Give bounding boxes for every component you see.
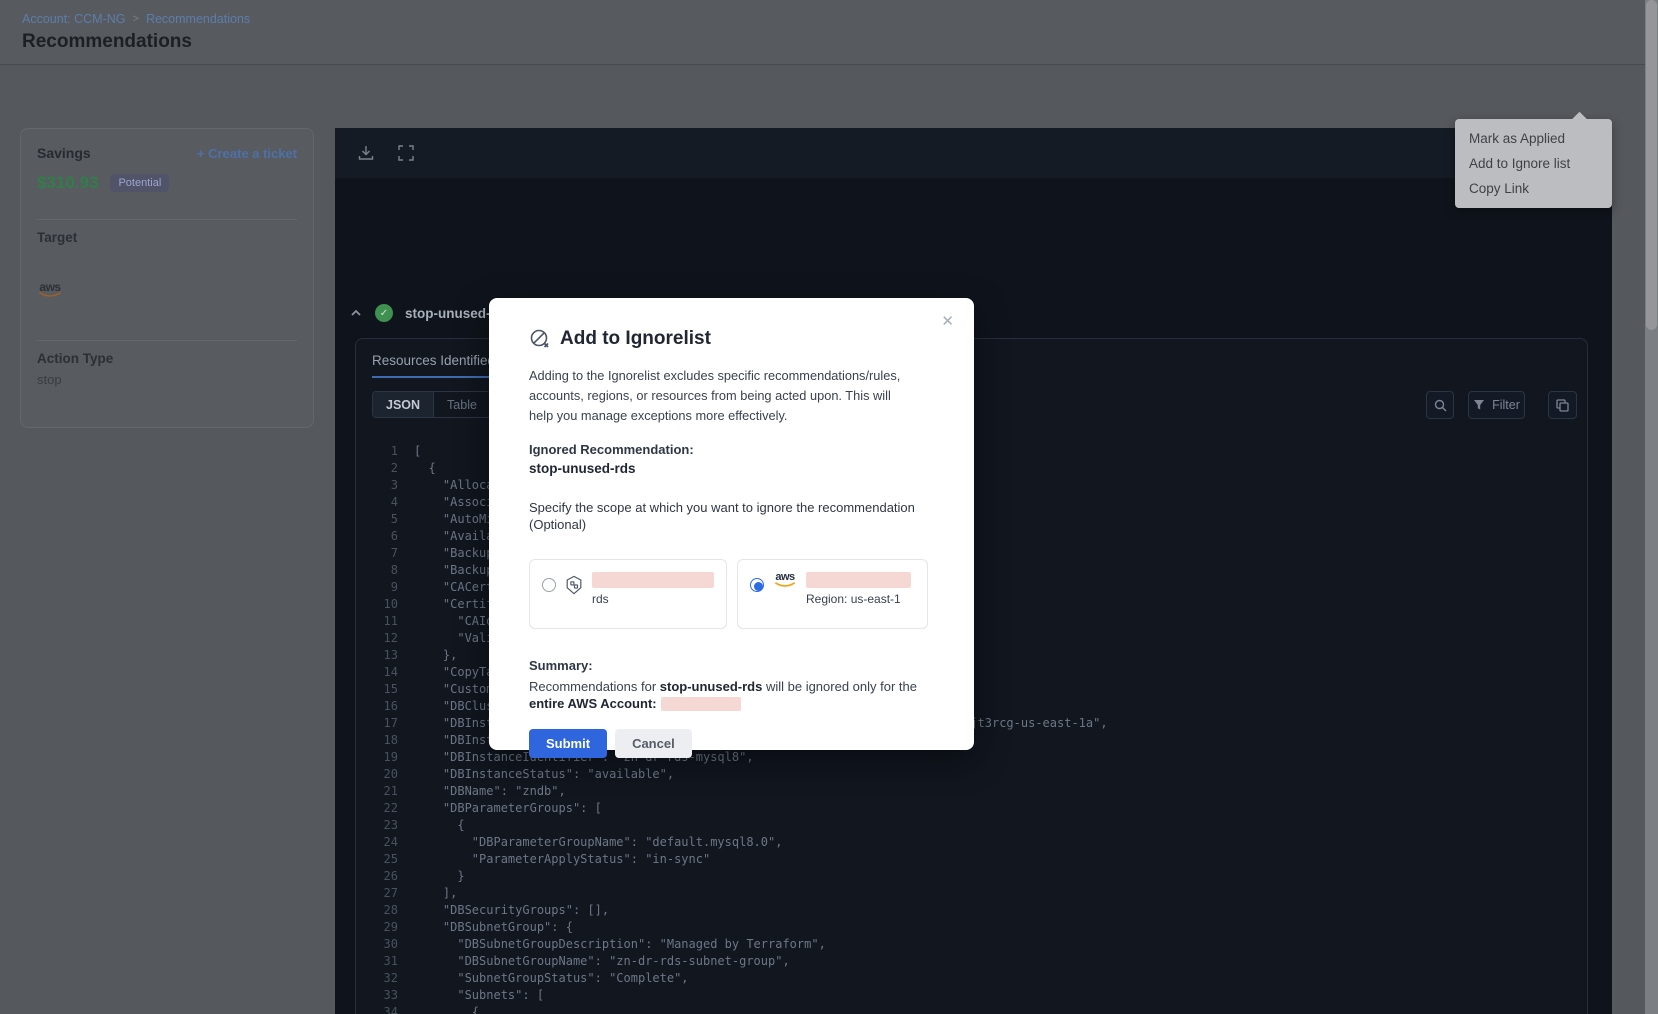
scope-option-label: Region: us-east-1 [806, 592, 911, 606]
ignored-recommendation-label: Ignored Recommendation: [529, 442, 934, 457]
code-line: 28 "DBSecurityGroups": [], [372, 902, 1583, 919]
breadcrumb-recommendations-link[interactable]: Recommendations [146, 12, 250, 26]
context-menu: Mark as AppliedAdd to Ignore listCopy Li… [1455, 119, 1612, 208]
summary-text: Recommendations for stop-unused-rds will… [529, 678, 929, 712]
savings-amount: $310.93 [37, 173, 98, 193]
target-label: Target [37, 230, 297, 245]
download-icon[interactable] [357, 144, 375, 162]
search-button[interactable] [1426, 391, 1454, 419]
scope-option-rule[interactable]: rds [529, 559, 727, 629]
scope-option-account[interactable]: aws Region: us-east-1 [737, 559, 928, 629]
code-line: 29 "DBSubnetGroup": { [372, 919, 1583, 936]
add-to-ignorelist-modal: ✕ Add to Ignorelist Adding to the Ignore… [489, 298, 974, 750]
code-line: 25 "ParameterApplyStatus": "in-sync" [372, 851, 1583, 868]
top-bar: Account: CCM-NG > Recommendations Recomm… [0, 0, 1646, 65]
check-icon: ✓ [375, 304, 393, 322]
aws-logo: aws [37, 281, 63, 298]
view-toggle: JSON Table [372, 391, 491, 418]
resource-row: ✓ stop-unused-rds [349, 304, 512, 322]
filter-icon [1473, 399, 1485, 411]
menu-item-mark-as-applied[interactable]: Mark as Applied [1455, 126, 1612, 151]
code-line: 21 "DBName": "zndb", [372, 783, 1583, 800]
close-icon[interactable]: ✕ [941, 314, 954, 329]
ignore-icon [529, 328, 551, 350]
search-icon [1434, 399, 1447, 412]
fullscreen-icon[interactable] [397, 144, 415, 162]
code-line: 31 "DBSubnetGroupName": "zn-dr-rds-subne… [372, 953, 1583, 970]
action-type-label: Action Type [37, 351, 297, 366]
savings-title: Savings [37, 145, 91, 161]
breadcrumb: Account: CCM-NG > Recommendations [22, 12, 250, 26]
create-ticket-link[interactable]: + Create a ticket [197, 146, 297, 161]
code-line: 26 } [372, 868, 1583, 885]
submit-button[interactable]: Submit [529, 729, 607, 758]
code-line: 27 ], [372, 885, 1583, 902]
code-line: 33 "Subnets": [ [372, 987, 1583, 1004]
code-line: 22 "DBParameterGroups": [ [372, 800, 1583, 817]
filter-button[interactable]: Filter [1468, 391, 1525, 419]
menu-item-add-to-ignore-list[interactable]: Add to Ignore list [1455, 151, 1612, 176]
tab-resources-identified[interactable]: Resources Identified [372, 353, 495, 378]
rule-icon [564, 574, 584, 596]
redacted-value [806, 572, 911, 588]
code-line: 32 "SubnetGroupStatus": "Complete", [372, 970, 1583, 987]
recommendations-page: Account: CCM-NG > Recommendations Recomm… [0, 0, 1658, 1014]
breadcrumb-separator: > [133, 13, 139, 25]
page-title: Recommendations [22, 31, 192, 53]
cancel-button[interactable]: Cancel [615, 729, 692, 758]
savings-card: Savings + Create a ticket $310.93 Potent… [20, 128, 314, 428]
view-toggle-table[interactable]: Table [433, 392, 490, 417]
redacted-value [661, 697, 741, 711]
panel-toolbar [335, 128, 1612, 178]
view-toggle-json[interactable]: JSON [373, 392, 433, 417]
recommendation-header: aws stop-unused-rds Last evaluated on: 1… [0, 66, 1646, 128]
breadcrumb-account-link[interactable]: Account: CCM-NG [22, 12, 126, 26]
redacted-value [592, 572, 714, 588]
code-line: 20 "DBInstanceStatus": "available", [372, 766, 1583, 783]
divider [37, 219, 297, 220]
scope-label: Specify the scope at which you want to i… [529, 500, 924, 533]
code-line: 24 "DBParameterGroupName": "default.mysq… [372, 834, 1583, 851]
code-line: 23 { [372, 817, 1583, 834]
action-type-value: stop [37, 372, 297, 387]
modal-description: Adding to the Ignorelist excludes specif… [529, 366, 917, 426]
chevron-up-icon[interactable] [349, 306, 363, 320]
menu-item-copy-link[interactable]: Copy Link [1455, 176, 1612, 201]
divider [37, 340, 297, 341]
radio-checked[interactable] [750, 578, 764, 592]
scope-options: rds aws Region: us-east-1 [529, 559, 934, 629]
aws-logo: aws [772, 572, 798, 628]
copy-icon [1556, 399, 1569, 412]
code-line: 34 { [372, 1004, 1583, 1014]
modal-title: Add to Ignorelist [560, 328, 711, 350]
summary-label: Summary: [529, 658, 934, 673]
copy-button[interactable] [1548, 391, 1577, 419]
scrollbar[interactable] [1645, 0, 1658, 1014]
code-line: 30 "DBSubnetGroupDescription": "Managed … [372, 936, 1583, 953]
scope-option-label: rds [592, 592, 714, 606]
radio-unchecked[interactable] [542, 578, 556, 592]
potential-badge: Potential [110, 174, 169, 192]
scrollbar-thumb[interactable] [1646, 0, 1657, 330]
ignored-recommendation-value: stop-unused-rds [529, 461, 934, 476]
